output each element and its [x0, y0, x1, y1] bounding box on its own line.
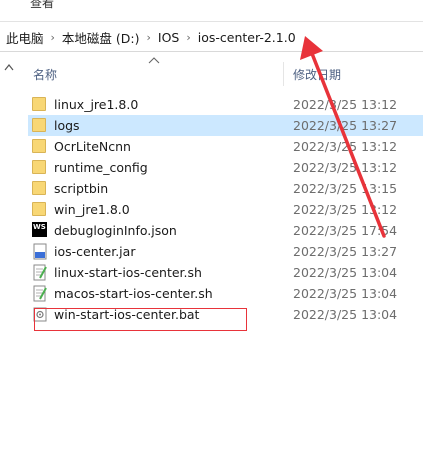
file-row[interactable]: win_jre1.8.0 2022/3/25 13:12 [28, 199, 423, 220]
folder-icon [32, 96, 48, 113]
column-divider[interactable] [283, 62, 284, 86]
file-row[interactable]: linux_jre1.8.0 2022/3/25 13:12 [28, 94, 423, 115]
folder-icon [32, 201, 48, 218]
breadcrumb-ios-center[interactable]: ios-center-2.1.0 [196, 30, 298, 45]
folder-icon [32, 159, 48, 176]
file-date: 2022/3/25 13:12 [293, 139, 398, 154]
file-row[interactable]: WS debugloginInfo.json 2022/3/25 17:54 [28, 220, 423, 241]
file-name: win_jre1.8.0 [54, 202, 130, 217]
annotation-highlight-box [34, 308, 247, 331]
file-date: 2022/3/25 13:12 [293, 160, 398, 175]
breadcrumb-separator-icon[interactable]: › [46, 31, 60, 44]
file-row[interactable]: linux-start-ios-center.sh 2022/3/25 13:0… [28, 262, 423, 283]
file-row[interactable]: runtime_config 2022/3/25 13:12 [28, 157, 423, 178]
script-file-icon [32, 264, 48, 281]
script-file-icon [32, 285, 48, 302]
file-row[interactable]: scriptbin 2022/3/25 13:15 [28, 178, 423, 199]
file-date: 2022/3/25 17:54 [293, 223, 398, 238]
column-header-date[interactable]: 修改日期 [293, 66, 341, 83]
file-name: scriptbin [54, 181, 109, 196]
column-headers: 名称 修改日期 [0, 62, 423, 86]
file-row[interactable]: logs 2022/3/25 13:27 [28, 115, 423, 136]
breadcrumb-this-pc[interactable]: 此电脑 [4, 28, 46, 47]
file-name: linux_jre1.8.0 [54, 97, 139, 112]
file-date: 2022/3/25 13:27 [293, 118, 398, 133]
breadcrumb-separator-icon[interactable]: › [142, 31, 156, 44]
file-date: 2022/3/25 13:04 [293, 307, 398, 322]
file-date: 2022/3/25 13:15 [293, 181, 398, 196]
file-date: 2022/3/25 13:27 [293, 244, 398, 259]
folder-icon [32, 117, 48, 134]
file-name: macos-start-ios-center.sh [54, 286, 213, 301]
webstorm-icon: WS [32, 222, 48, 239]
file-name: linux-start-ios-center.sh [54, 265, 202, 280]
file-name: runtime_config [54, 160, 148, 175]
file-row[interactable]: macos-start-ios-center.sh 2022/3/25 13:0… [28, 283, 423, 304]
file-name: debugloginInfo.json [54, 223, 177, 238]
file-date: 2022/3/25 13:12 [293, 202, 398, 217]
address-bar[interactable]: 此电脑 › 本地磁盘 (D:) › IOS › ios-center-2.1.0 [0, 23, 423, 52]
jar-file-icon [32, 243, 48, 260]
breadcrumb-ios[interactable]: IOS [156, 30, 181, 45]
file-date: 2022/3/25 13:12 [293, 97, 398, 112]
folder-icon [32, 180, 48, 197]
file-row[interactable]: ios-center.jar 2022/3/25 13:27 [28, 241, 423, 262]
folder-icon [32, 138, 48, 155]
file-date: 2022/3/25 13:04 [293, 286, 398, 301]
breadcrumb-separator-icon[interactable]: › [181, 31, 195, 44]
file-row[interactable]: OcrLiteNcnn 2022/3/25 13:12 [28, 136, 423, 157]
file-name: OcrLiteNcnn [54, 139, 131, 154]
column-header-name[interactable]: 名称 [33, 66, 57, 83]
menu-bar: 查看 [0, 0, 423, 22]
file-date: 2022/3/25 13:04 [293, 265, 398, 280]
file-name: logs [54, 118, 80, 133]
breadcrumb-local-disk[interactable]: 本地磁盘 (D:) [60, 28, 142, 47]
file-name: ios-center.jar [54, 244, 136, 259]
menu-view[interactable]: 查看 [30, 0, 54, 11]
